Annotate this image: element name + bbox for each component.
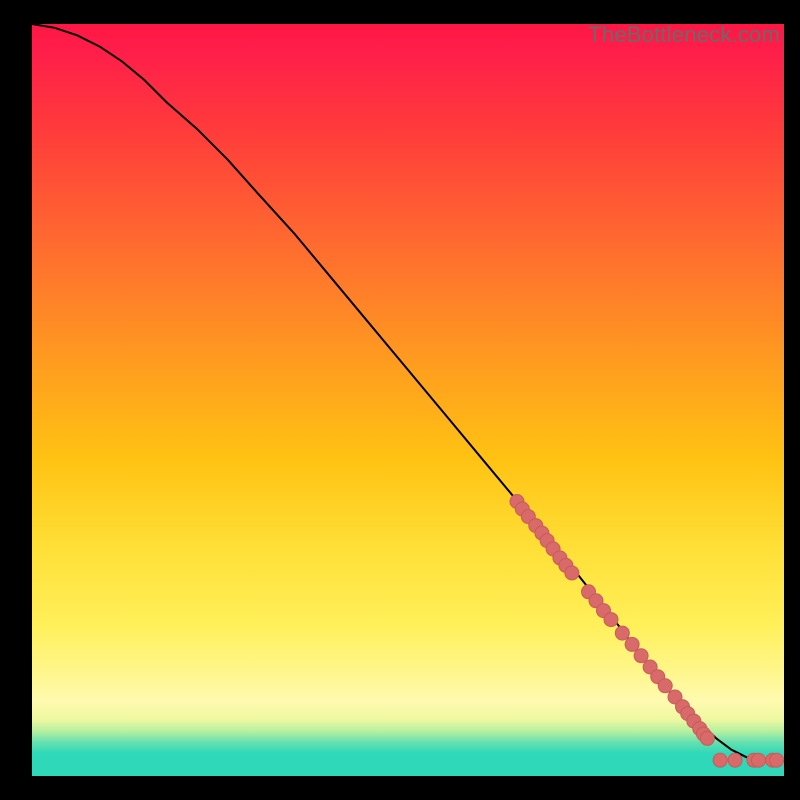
data-point <box>700 731 714 745</box>
bottleneck-curve <box>32 24 784 761</box>
plot-area: TheBottleneck.com <box>32 24 784 776</box>
data-point <box>604 613 618 627</box>
data-point <box>625 637 639 651</box>
data-point <box>713 753 727 767</box>
data-point <box>658 679 672 693</box>
data-point <box>634 649 648 663</box>
data-point <box>565 566 579 580</box>
data-points <box>510 495 784 768</box>
data-point <box>728 753 742 767</box>
data-point <box>770 753 784 767</box>
data-point <box>615 626 629 640</box>
chart-overlay <box>32 24 784 776</box>
chart-stage: TheBottleneck.com <box>0 0 800 800</box>
data-point <box>751 753 765 767</box>
